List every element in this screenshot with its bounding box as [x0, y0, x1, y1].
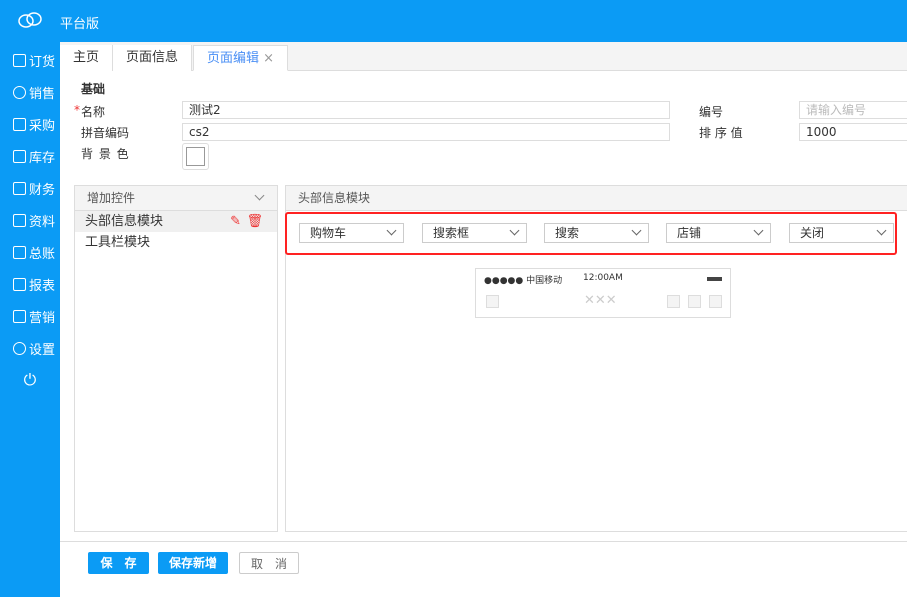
carrier-text: ●●●●● 中国移动 — [484, 276, 563, 286]
monitor-icon — [13, 309, 26, 323]
cart-select[interactable]: 购物车 — [299, 223, 404, 243]
action-icon — [688, 295, 701, 308]
label: 设置 — [29, 342, 56, 358]
chevron-down-icon — [386, 225, 397, 236]
controls-panel: 增加控件 头部信息模块 ✎ 🗑 工具栏模块 — [74, 185, 278, 532]
name-label: 名称 — [81, 105, 106, 119]
chevron-down-icon — [631, 225, 642, 236]
tab-label: 页面编辑 — [207, 51, 260, 66]
name-input[interactable]: 测试2 — [182, 101, 670, 119]
clipboard-icon — [13, 53, 26, 67]
sidebar-item-order[interactable]: 订货 — [0, 44, 60, 76]
sidebar-item-purchase[interactable]: 采购 — [0, 108, 60, 140]
sidebar-item-inventory[interactable]: 库存 — [0, 140, 60, 172]
report-icon — [13, 277, 26, 291]
select-value: 搜索 — [555, 226, 580, 240]
trash-icon[interactable]: 🗑 — [246, 211, 263, 232]
close-select[interactable]: 关闭 — [789, 223, 894, 243]
list-item[interactable]: 工具栏模块 — [75, 232, 277, 253]
select-value: 搜索框 — [433, 226, 470, 240]
time-text: 12:00AM — [583, 273, 623, 283]
label: 资料 — [29, 214, 56, 230]
action-icon — [709, 295, 722, 308]
tab-page-info[interactable]: 页面信息 — [113, 45, 193, 71]
action-icon — [667, 295, 680, 308]
required-mark: * — [74, 103, 80, 117]
tab-page-edit[interactable]: 页面编辑 × — [193, 45, 289, 71]
edit-icon[interactable]: ✎ — [230, 211, 241, 232]
phone-preview: ●●●●● 中国移动 12:00AM ✕✕✕ — [475, 268, 731, 318]
order-input[interactable]: 1000 — [799, 123, 907, 141]
order-label: 排 序 值 — [699, 126, 743, 140]
tab-home[interactable]: 主页 — [60, 45, 114, 71]
chevron-down-icon — [254, 190, 265, 201]
select-value: 店铺 — [677, 226, 702, 240]
search-box-select[interactable]: 搜索框 — [422, 223, 527, 243]
module-header: 头部信息模块 — [286, 186, 907, 211]
chevron-down-icon — [753, 225, 764, 236]
cart-icon — [13, 117, 26, 131]
item-label: 工具栏模块 — [85, 235, 151, 250]
select-value: 购物车 — [310, 226, 347, 240]
label: 总账 — [29, 246, 56, 262]
label: 销售 — [29, 86, 56, 102]
chevron-down-icon — [509, 225, 520, 236]
panel-title: 头部信息模块 — [298, 191, 371, 205]
sidebar-item-report[interactable]: 报表 — [0, 268, 60, 300]
sidebar-item-marketing[interactable]: 营销 — [0, 300, 60, 332]
preview-title: ✕✕✕ — [584, 293, 617, 308]
item-label: 头部信息模块 — [85, 214, 164, 229]
panel-title: 增加控件 — [87, 191, 136, 205]
label: 订货 — [29, 54, 56, 70]
box-icon — [13, 149, 26, 163]
brand-title: 平台版 — [60, 17, 100, 32]
tab-bar: 主页 页面信息 页面编辑 × — [60, 42, 907, 71]
tab-label: 主页 — [73, 50, 100, 65]
sidebar-item-finance[interactable]: 财务 — [0, 172, 60, 204]
wallet-icon — [13, 181, 26, 195]
cancel-button[interactable]: 取 消 — [239, 552, 299, 574]
back-icon — [486, 295, 499, 308]
sidebar-item-settings[interactable]: 设置 — [0, 332, 60, 364]
sidebar-item-data[interactable]: 资料 — [0, 204, 60, 236]
select-value: 关闭 — [800, 226, 825, 240]
add-control-header[interactable]: 增加控件 — [75, 186, 277, 211]
pinyin-input[interactable]: cs2 — [182, 123, 670, 141]
close-icon[interactable]: × — [263, 51, 274, 66]
list-item[interactable]: 头部信息模块 ✎ 🗑 — [75, 211, 277, 232]
save-button[interactable]: 保 存 — [88, 552, 149, 574]
shop-select[interactable]: 店铺 — [666, 223, 771, 243]
label: 报表 — [29, 278, 56, 294]
label: 财务 — [29, 182, 56, 198]
code-input[interactable]: 请输入编号 — [799, 101, 907, 119]
search-select[interactable]: 搜索 — [544, 223, 649, 243]
chart-icon — [13, 245, 26, 259]
sidebar-item-ledger[interactable]: 总账 — [0, 236, 60, 268]
contacts-icon — [13, 213, 26, 227]
chevron-down-icon — [876, 225, 887, 236]
power-button[interactable]: ⏻ — [0, 364, 60, 396]
code-label: 编号 — [699, 105, 724, 119]
section-title: 基础 — [81, 82, 106, 96]
label: 采购 — [29, 118, 56, 134]
sidebar: 订货 销售 采购 库存 财务 资料 总账 报表 营销 设置 ⏻ — [0, 42, 60, 597]
gear-icon — [13, 341, 26, 355]
power-icon: ⏻ — [23, 370, 37, 389]
top-bar: 平台版 — [0, 0, 907, 42]
save-new-button[interactable]: 保存新增 — [158, 552, 228, 574]
bg-color-picker[interactable] — [182, 143, 209, 170]
user-icon — [13, 85, 26, 99]
tab-label: 页面信息 — [126, 50, 179, 65]
cloud-logo-icon — [18, 12, 42, 28]
pinyin-label: 拼音编码 — [81, 126, 130, 140]
label: 营销 — [29, 310, 56, 326]
label: 库存 — [29, 150, 56, 166]
sidebar-item-sales[interactable]: 销售 — [0, 76, 60, 108]
footer-divider — [60, 541, 907, 542]
bg-color-label: 背 景 色 — [81, 147, 129, 161]
battery-icon — [707, 277, 722, 281]
